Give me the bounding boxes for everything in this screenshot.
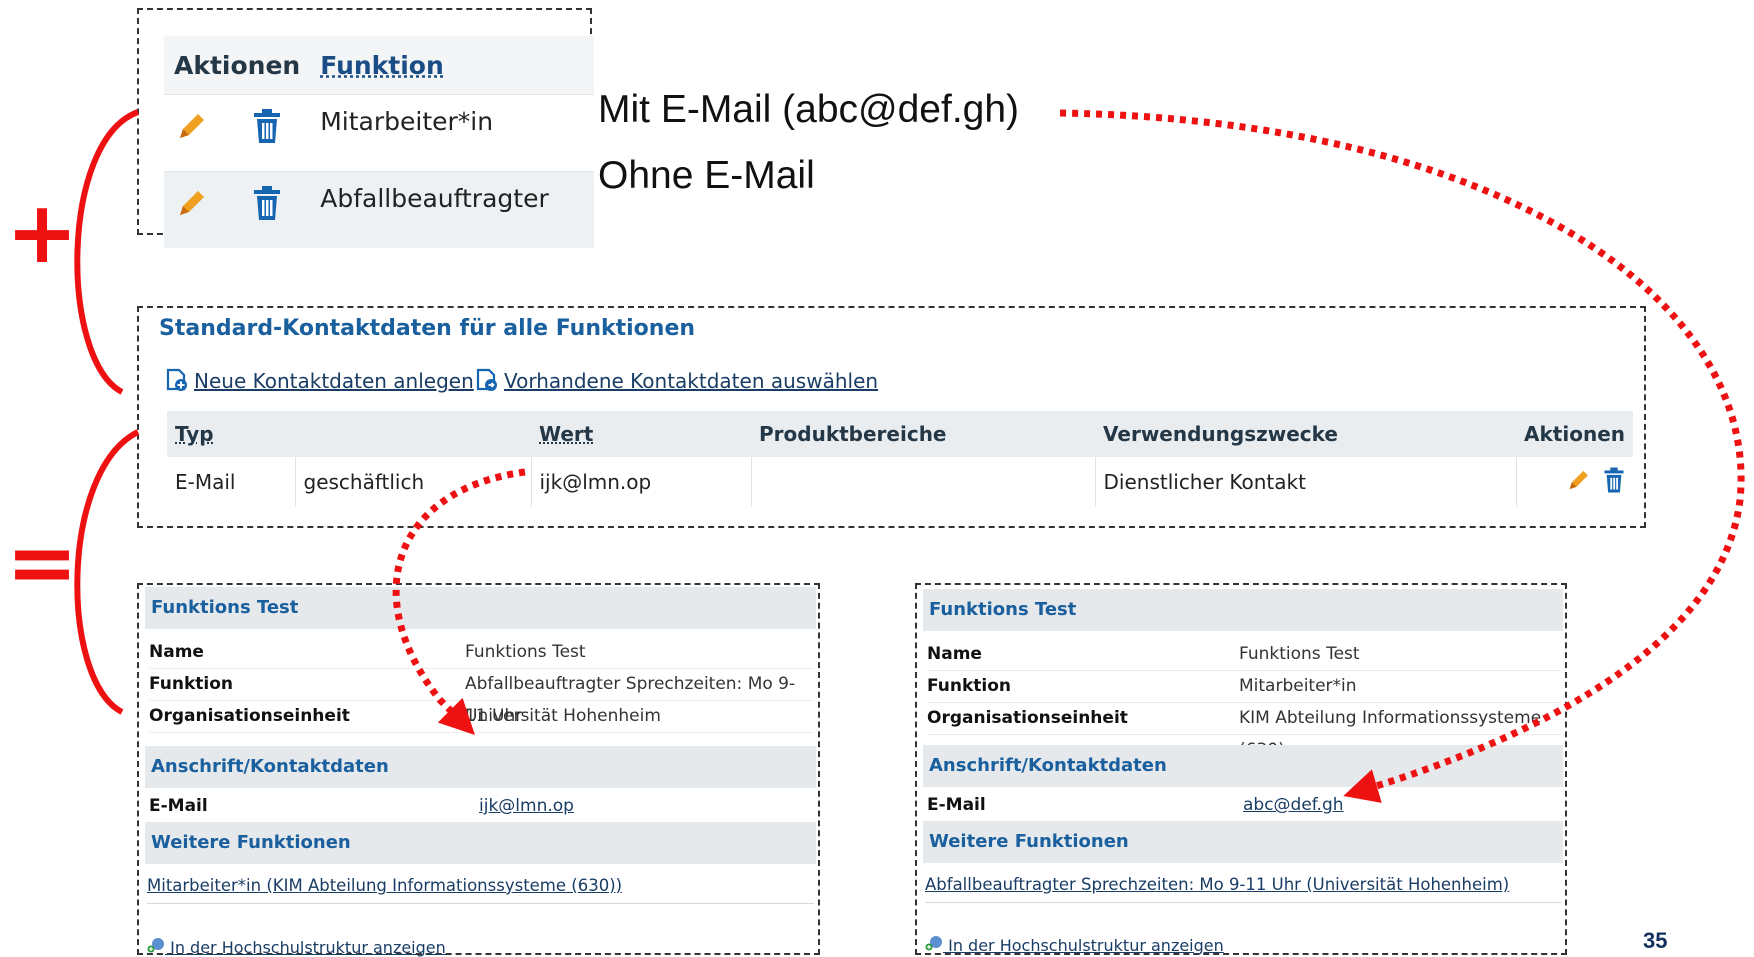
panel-title: Funktions Test <box>145 587 816 629</box>
cell-type: E-Mail <box>167 457 296 507</box>
name-value: Funktions Test <box>1239 644 1360 664</box>
org-row: Organisationseinheit KIM Abteilung Infor… <box>927 702 1561 760</box>
org-label: Organisationseinheit <box>149 706 350 726</box>
contact-heading: Anschrift/Kontaktdaten <box>145 746 816 788</box>
header-function[interactable]: Funktion <box>310 36 594 95</box>
select-contact-link[interactable]: Vorhandene Kontaktdaten auswählen <box>476 368 878 397</box>
standard-contacts-box: Standard-Kontaktdaten für alle Funktione… <box>137 306 1646 528</box>
email-link[interactable]: abc@def.gh <box>1243 789 1344 821</box>
cell-purposes: Dienstlicher Kontakt <box>1095 457 1517 507</box>
section-title: Standard-Kontaktdaten für alle Funktione… <box>159 316 696 341</box>
page-number: 35 <box>1643 928 1668 953</box>
hierarchy-icon <box>925 936 943 955</box>
more-functions-heading: Weitere Funktionen <box>145 822 816 864</box>
org-label: Organisationseinheit <box>927 708 1128 728</box>
email-label: E-Mail <box>927 795 986 815</box>
function-label: Funktion <box>149 674 234 694</box>
col-subtype <box>295 411 531 457</box>
function-row: Funktion Abfallbeauftragter Sprechzeiten… <box>149 668 814 726</box>
hierarchy-icon <box>147 938 165 957</box>
panel-title: Funktions Test <box>923 589 1563 631</box>
cell-product-areas <box>751 457 1096 507</box>
annotation-with-email: Mit E-Mail (abc@def.gh) <box>598 88 1020 131</box>
trash-icon[interactable] <box>252 184 282 228</box>
name-row: Name Funktions Test <box>149 636 814 669</box>
cell-actions <box>1516 457 1633 507</box>
trash-icon[interactable] <box>1603 466 1625 499</box>
name-label: Name <box>149 642 204 662</box>
pencil-icon[interactable] <box>174 109 208 149</box>
functions-table: Aktionen Funktion Mitarbeiter*in Abfallb… <box>164 36 594 248</box>
function-value: Mitarbeiter*in <box>1239 676 1357 696</box>
function-name: Mitarbeiter*in <box>310 94 594 172</box>
header-actions: Aktionen <box>164 36 311 95</box>
function-label: Funktion <box>927 676 1012 696</box>
functions-table-box: Aktionen Funktion Mitarbeiter*in Abfallb… <box>137 8 594 248</box>
structure-link-label: In der Hochschulstruktur anzeigen <box>948 936 1224 955</box>
contacts-table: Typ Wert Produktbereiche Verwendungszwec… <box>167 411 1633 507</box>
trash-icon[interactable] <box>252 107 282 151</box>
function-row: Funktion Mitarbeiter*in <box>927 670 1561 703</box>
pencil-icon[interactable] <box>1565 467 1591 498</box>
more-function-link[interactable]: Abfallbeauftragter Sprechzeiten: Mo 9-11… <box>925 868 1561 903</box>
more-function-link[interactable]: Mitarbeiter*in (KIM Abteilung Informatio… <box>147 869 814 904</box>
name-row: Name Funktions Test <box>927 638 1561 671</box>
cell-subtype: geschäftlich <box>295 457 532 507</box>
col-actions: Aktionen <box>1516 411 1633 457</box>
equals-bracket <box>74 429 140 715</box>
new-contact-label: Neue Kontaktdaten anlegen <box>194 369 474 393</box>
org-row: Organisationseinheit Universität Hohenhe… <box>149 700 814 733</box>
structure-link[interactable]: In der Hochschulstruktur anzeigen <box>925 935 1224 955</box>
org-value: Universität Hohenheim <box>465 706 661 726</box>
contact-heading: Anschrift/Kontaktdaten <box>923 745 1563 787</box>
row-actions <box>164 94 311 172</box>
col-type[interactable]: Typ <box>167 411 295 457</box>
row-actions <box>164 171 311 248</box>
structure-link-label: In der Hochschulstruktur anzeigen <box>170 938 446 957</box>
annotation-without-email: Ohne E-Mail <box>598 154 815 197</box>
name-label: Name <box>927 644 982 664</box>
table-row: E-Mail geschäftlich ijk@lmn.op Dienstlic… <box>167 457 1633 507</box>
email-label: E-Mail <box>149 796 208 816</box>
col-purposes: Verwendungszwecke <box>1095 411 1517 457</box>
pencil-icon[interactable] <box>174 186 208 226</box>
email-link[interactable]: ijk@lmn.op <box>479 790 574 822</box>
function-name: Abfallbeauftragter <box>310 171 594 248</box>
email-row: E-Mail abc@def.gh <box>927 789 1561 822</box>
structure-link[interactable]: In der Hochschulstruktur anzeigen <box>147 937 446 957</box>
plus-sign: + <box>6 183 79 283</box>
more-functions-heading: Weitere Funktionen <box>923 821 1563 863</box>
add-document-icon <box>476 368 498 397</box>
cell-value: ijk@lmn.op <box>531 457 752 507</box>
col-value[interactable]: Wert <box>531 411 751 457</box>
new-contact-link[interactable]: Neue Kontaktdaten anlegen <box>166 368 474 397</box>
equals-sign: = <box>6 513 79 613</box>
result-panel-right: Funktions Test Name Funktions Test Funkt… <box>915 583 1567 955</box>
select-contact-label: Vorhandene Kontaktdaten auswählen <box>504 369 879 393</box>
col-product-areas: Produktbereiche <box>751 411 1095 457</box>
name-value: Funktions Test <box>465 642 586 662</box>
plus-bracket <box>74 109 140 395</box>
result-panel-left: Funktions Test Name Funktions Test Funkt… <box>137 583 820 957</box>
table-row: Mitarbeiter*in <box>164 94 594 172</box>
add-document-icon <box>166 368 188 397</box>
email-row: E-Mail ijk@lmn.op <box>149 790 814 823</box>
table-row: Abfallbeauftragter <box>164 171 594 248</box>
